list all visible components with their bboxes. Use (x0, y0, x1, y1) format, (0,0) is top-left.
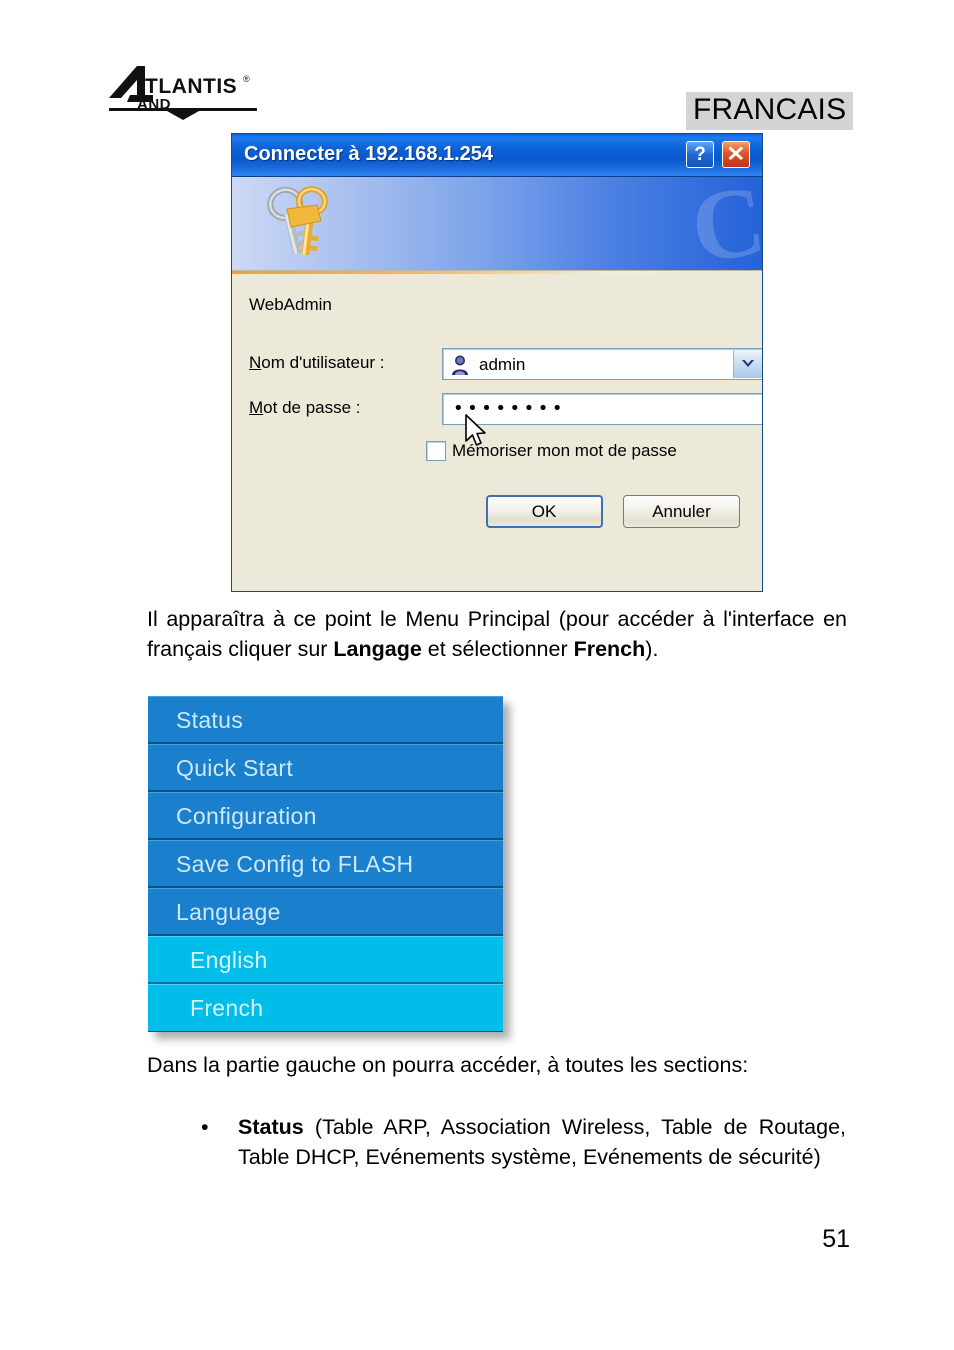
svg-text:®: ® (243, 74, 250, 84)
menu-item-label: English (190, 947, 268, 973)
para1-bold-langage: Langage (333, 637, 422, 661)
menu-item-label: Quick Start (176, 755, 294, 781)
para1-text-part2: et sélectionner (421, 637, 574, 661)
password-label: Mot de passe : (249, 398, 361, 418)
ok-button[interactable]: OK (485, 495, 603, 528)
login-dialog-window: Connecter à 192.168.1.254 ? ✕ C WebAdmin… (231, 133, 763, 592)
router-navigation-menu: Status Quick Start Configuration Save Confi… (148, 696, 503, 1032)
page-number: 51 (822, 1225, 850, 1253)
menu-item-label: Language (176, 899, 281, 925)
password-label-rest: ot de passe : (263, 398, 361, 417)
bullet-marker-icon: • (201, 1115, 209, 1139)
close-icon[interactable]: ✕ (722, 141, 750, 168)
menu-item-label: Status (176, 707, 244, 733)
username-label-rest: om d'utilisateur : (261, 353, 385, 372)
paragraph-main-menu: Il apparaîtra à ce point le Menu Princip… (147, 604, 847, 664)
menu-item-configuration[interactable]: Configuration (148, 792, 503, 840)
keys-icon (257, 183, 339, 265)
help-icon[interactable]: ? (686, 141, 714, 168)
username-label-accelerator: N (249, 353, 262, 372)
menu-item-english[interactable]: English (148, 936, 503, 984)
user-account-icon (450, 354, 470, 375)
username-input[interactable]: admin (442, 348, 762, 380)
auth-realm-label: WebAdmin (249, 295, 332, 314)
sections-bullet-list: • Status (Table ARP, Association Wireless… (196, 1112, 846, 1172)
menu-item-quick-start[interactable]: Quick Start (148, 744, 503, 792)
page-header: TLANTIS ® AND FRANCAIS (0, 0, 954, 135)
list-item-title: Status (238, 1115, 304, 1139)
banner-watermark: C (684, 177, 762, 271)
atlantis-land-logo: TLANTIS ® AND (107, 62, 259, 120)
password-input[interactable]: •••••••• (442, 393, 762, 425)
dialog-banner: C (232, 177, 762, 271)
cancel-button[interactable]: Annuler (623, 495, 740, 528)
menu-item-label: Configuration (176, 803, 317, 829)
mouse-cursor-icon (464, 414, 490, 450)
dialog-body: WebAdmin Nom d'utilisateur : admin Mot d… (232, 274, 762, 591)
menu-item-language[interactable]: Language (148, 888, 503, 936)
dialog-title: Connecter à 192.168.1.254 (244, 143, 494, 165)
dialog-buttons: OK Annuler (485, 495, 740, 528)
menu-item-label: French (190, 995, 264, 1021)
menu-item-status[interactable]: Status (148, 696, 503, 744)
dialog-titlebar: Connecter à 192.168.1.254 ? ✕ (232, 134, 762, 177)
list-item-detail: (Table ARP, Association Wireless, Table … (238, 1115, 846, 1169)
chevron-down-icon[interactable] (733, 350, 762, 378)
para1-text-part3: ). (645, 637, 659, 661)
paragraph-sections-intro: Dans la partie gauche on pourra accéder,… (147, 1053, 749, 1077)
menu-item-save-config-to-flash[interactable]: Save Config to FLASH (148, 840, 503, 888)
username-value: admin (479, 355, 526, 374)
username-label: Nom d'utilisateur : (249, 353, 385, 373)
svg-text:TLANTIS: TLANTIS (145, 75, 237, 98)
menu-item-label: Save Config to FLASH (176, 851, 414, 877)
language-section-title: FRANCAIS (686, 92, 854, 130)
list-item: • Status (Table ARP, Association Wireless… (196, 1112, 846, 1172)
password-label-accelerator: M (249, 398, 264, 417)
remember-password-checkbox[interactable] (426, 441, 446, 461)
menu-item-french[interactable]: French (148, 984, 503, 1032)
para1-bold-french: French (573, 637, 646, 661)
